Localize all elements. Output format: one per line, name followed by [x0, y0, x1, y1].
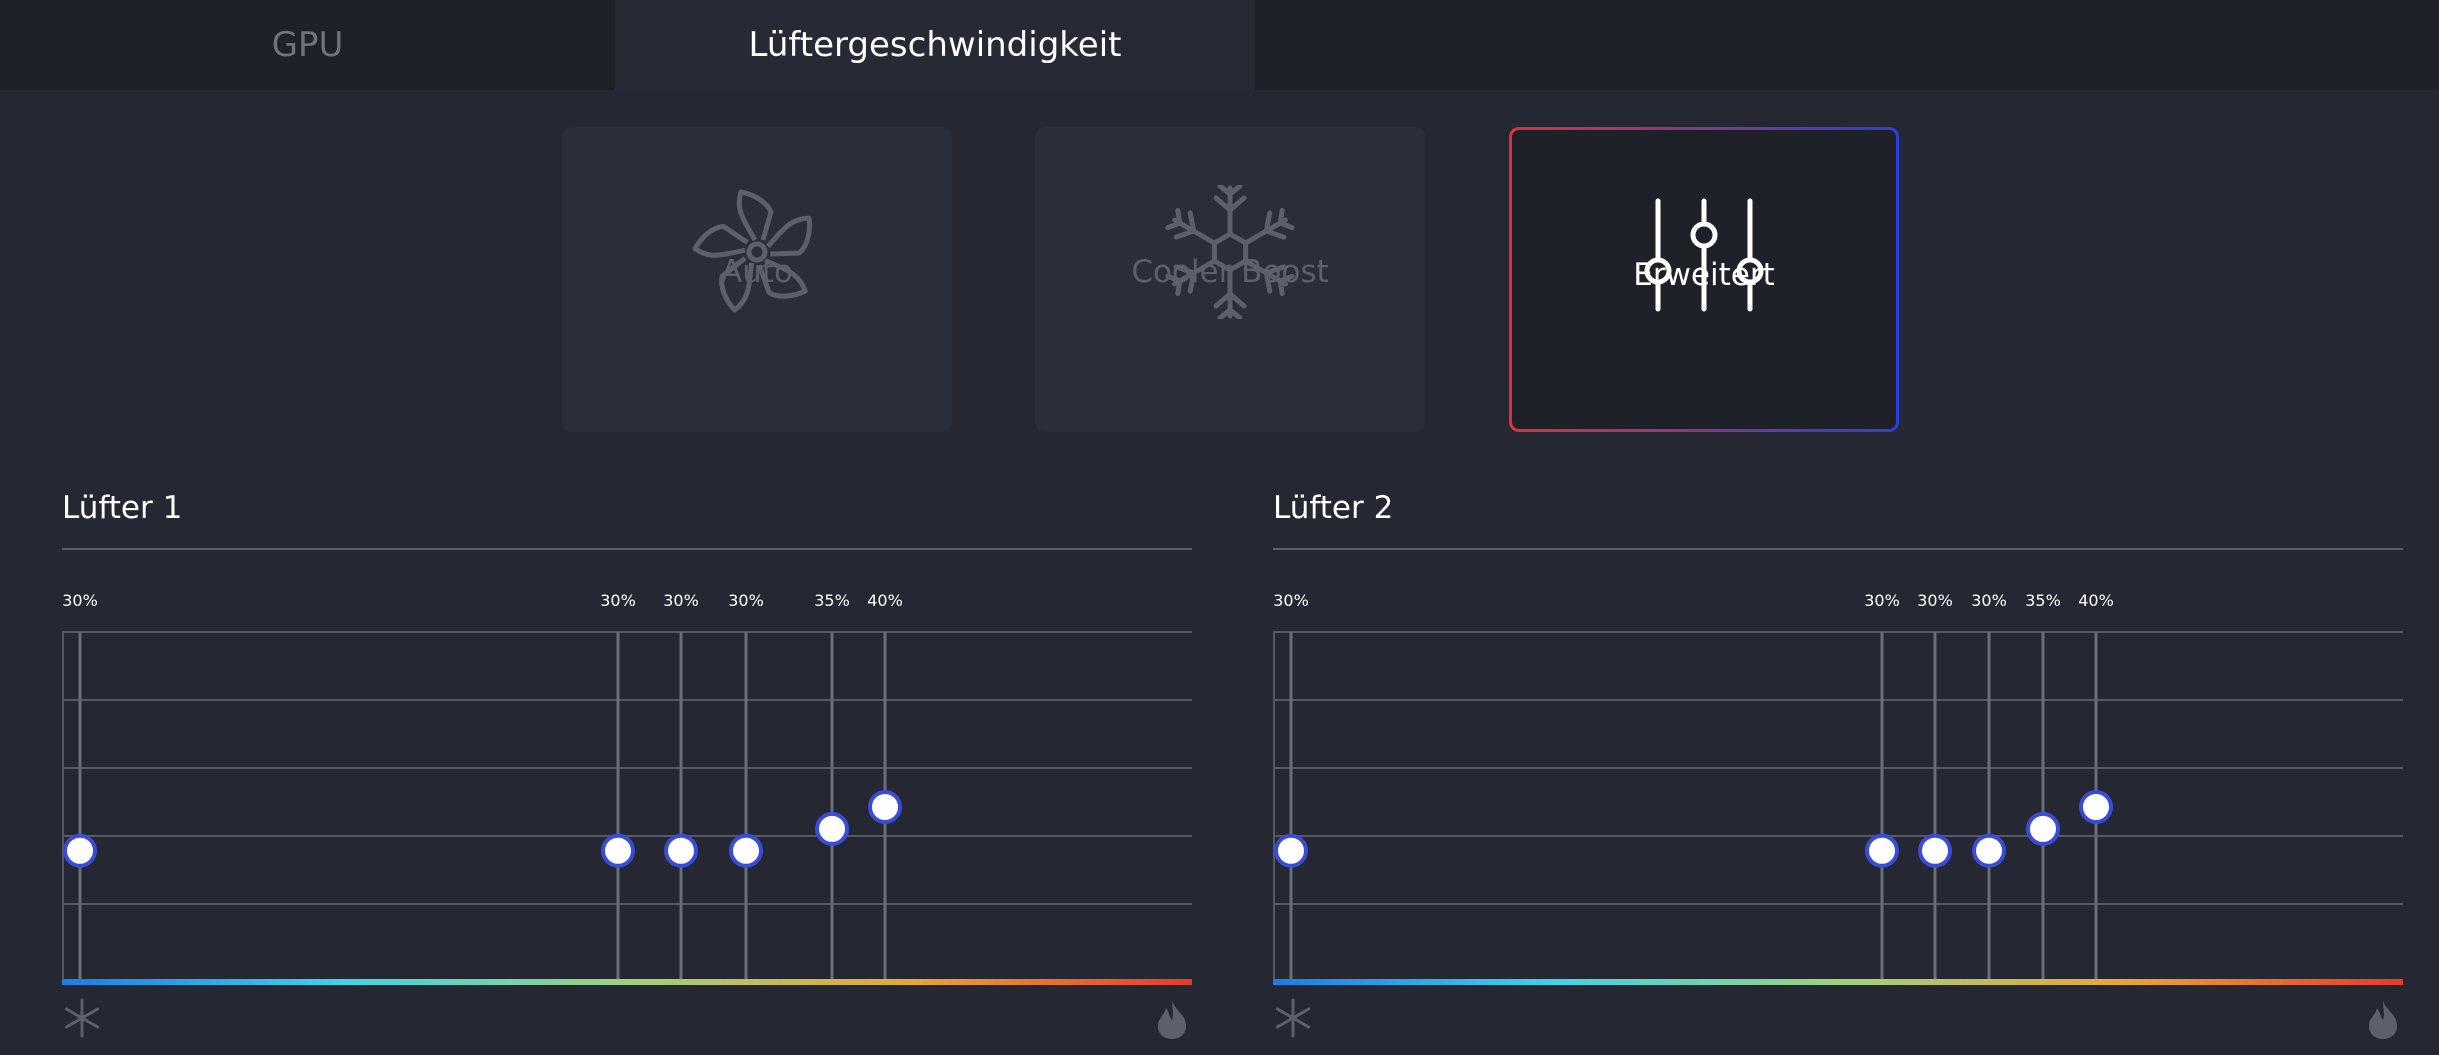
- fan-2-panel: Lüfter 2 30% 30% 30% 30% 35% 40%: [1273, 480, 2403, 1055]
- curve-point-label: 40%: [867, 591, 903, 610]
- mode-advanced-label: Erweitert: [1633, 257, 1775, 293]
- mode-cooler-boost-label: Cooler Boost: [1131, 254, 1329, 290]
- curve-point-handle[interactable]: [815, 811, 849, 846]
- curve-point-label: 30%: [728, 591, 764, 610]
- curve-point-handle[interactable]: [2079, 790, 2113, 824]
- curve-point-handle[interactable]: [868, 790, 902, 824]
- curve-point-label: 30%: [663, 591, 699, 610]
- tab-fan-speed[interactable]: Lüftergeschwindigkeit: [615, 0, 1255, 90]
- curve-point-label: 30%: [1971, 591, 2007, 610]
- curve-point-label: 30%: [600, 591, 636, 610]
- curve-point-label: 35%: [2025, 591, 2061, 610]
- curve-point-label: 40%: [2078, 591, 2114, 610]
- curve-point-handle[interactable]: [2026, 811, 2060, 846]
- curve-point-label: 35%: [814, 591, 850, 610]
- curve-point-handle[interactable]: [1865, 833, 1899, 868]
- flame-icon: [2363, 998, 2403, 1044]
- curve-point-label: 30%: [1917, 591, 1953, 610]
- temperature-gradient-bar: [1273, 979, 2403, 985]
- fan-2-curve-svg: 30% 30% 30% 30% 35% 40%: [1273, 591, 2403, 985]
- curve-point-handle[interactable]: [1972, 833, 2006, 868]
- curve-point-label: 30%: [62, 591, 98, 610]
- mode-advanced-card[interactable]: Erweitert: [1509, 127, 1899, 432]
- curve-point-label: 30%: [1864, 591, 1900, 610]
- temperature-gradient-bar: [62, 979, 1192, 985]
- tab-bar: GPU Lüftergeschwindigkeit: [0, 0, 2439, 90]
- mode-auto-card[interactable]: Auto: [562, 127, 952, 432]
- mode-auto-label: Auto: [721, 254, 793, 290]
- curve-point-handle[interactable]: [664, 833, 698, 868]
- snowflake-icon: [62, 998, 102, 1042]
- curve-point-label: 30%: [1273, 591, 1309, 610]
- mode-cooler-boost-card[interactable]: Cooler Boost: [1035, 127, 1425, 432]
- curve-point-handle[interactable]: [729, 833, 763, 868]
- curve-point-handle[interactable]: [601, 833, 635, 868]
- tab-gpu[interactable]: GPU: [0, 0, 615, 90]
- flame-icon: [1152, 998, 1192, 1044]
- curve-point-handle[interactable]: [1274, 833, 1308, 868]
- curve-point-handle[interactable]: [63, 833, 97, 868]
- snowflake-icon: [1273, 998, 1313, 1042]
- curve-point-handle[interactable]: [1918, 833, 1952, 868]
- fan-1-curve-svg: 30% 30% 30% 30% 35% 40%: [62, 591, 1192, 985]
- fan-1-panel: Lüfter 1 30% 30% 30% 30% 35% 40%: [62, 480, 1192, 1055]
